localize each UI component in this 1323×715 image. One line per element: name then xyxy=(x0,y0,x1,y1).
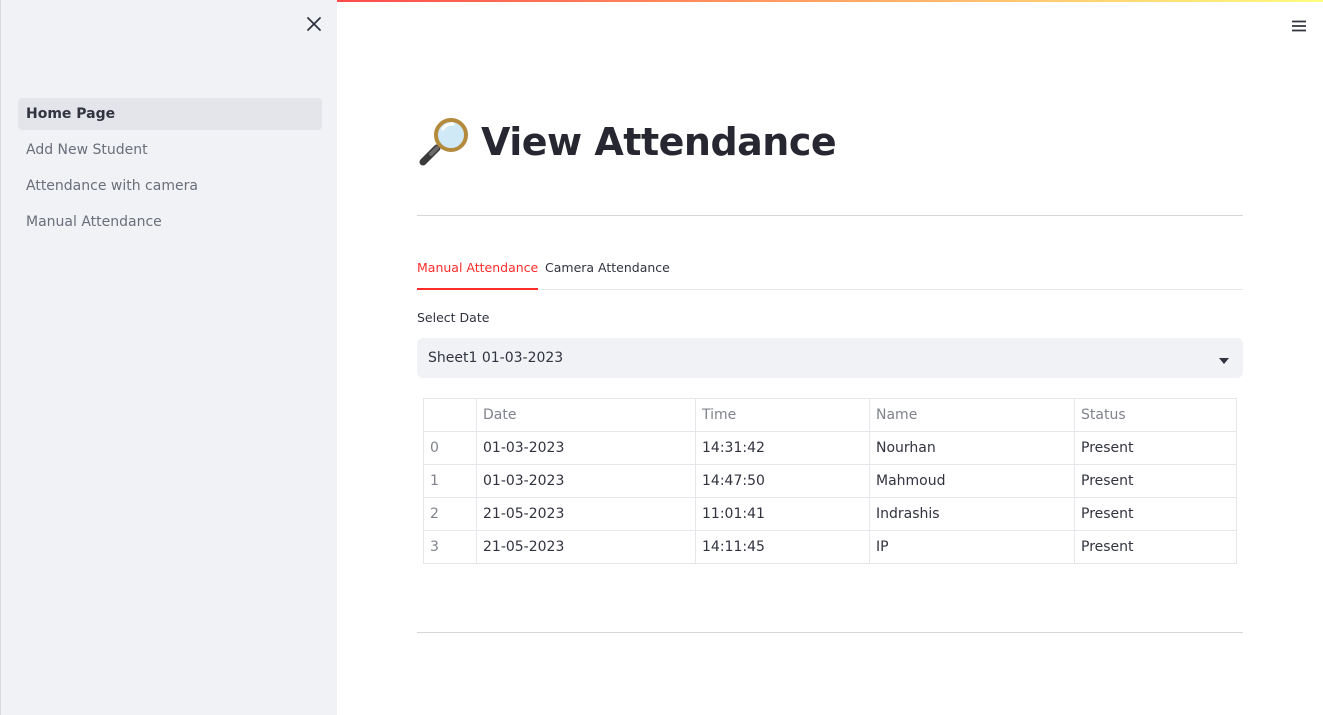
sidebar-item-home-page[interactable]: Home Page xyxy=(18,98,322,130)
select-date-dropdown[interactable]: Sheet1 01-03-2023 xyxy=(417,338,1243,378)
sidebar-nav: Home Page Add New Student Attendance wit… xyxy=(18,98,322,242)
table-cell-name: Nourhan xyxy=(869,431,1075,465)
magnifying-glass-icon xyxy=(417,114,473,170)
table-cell-status: Present xyxy=(1074,530,1237,564)
table-cell-status: Present xyxy=(1074,431,1237,465)
table-header-row: Date Time Name Status xyxy=(423,398,1237,432)
table-row: 0 01-03-2023 14:31:42 Nourhan Present xyxy=(423,431,1237,465)
table-row: 1 01-03-2023 14:47:50 Mahmoud Present xyxy=(423,464,1237,498)
table-cell-time: 14:47:50 xyxy=(695,464,870,498)
sidebar-item-attendance-with-camera[interactable]: Attendance with camera xyxy=(18,170,322,202)
page-title: View Attendance xyxy=(481,120,837,164)
table-cell-name: Mahmoud xyxy=(869,464,1075,498)
table-cell-index: 1 xyxy=(423,464,477,498)
table-row: 3 21-05-2023 14:11:45 IP Present xyxy=(423,530,1237,564)
sidebar-item-add-new-student[interactable]: Add New Student xyxy=(18,134,322,166)
sidebar-item-manual-attendance[interactable]: Manual Attendance xyxy=(18,206,322,238)
attendance-tabs: Manual Attendance Camera Attendance xyxy=(417,252,1243,290)
tab-manual-attendance[interactable]: Manual Attendance xyxy=(417,252,539,290)
table-header-name: Name xyxy=(869,398,1075,432)
table-cell-date: 21-05-2023 xyxy=(476,530,696,564)
select-date-value: Sheet1 01-03-2023 xyxy=(428,350,564,366)
table-cell-name: IP xyxy=(869,530,1075,564)
close-icon xyxy=(304,14,324,34)
table-cell-time: 14:11:45 xyxy=(695,530,870,564)
sidebar: Home Page Add New Student Attendance wit… xyxy=(0,0,337,715)
main-menu-button[interactable] xyxy=(1289,16,1309,36)
divider-top xyxy=(417,215,1243,216)
page-header: View Attendance xyxy=(417,112,837,172)
chevron-down-icon xyxy=(1217,352,1231,364)
table-header-time: Time xyxy=(695,398,870,432)
table-cell-name: Indrashis xyxy=(869,497,1075,531)
tab-camera-attendance[interactable]: Camera Attendance xyxy=(545,252,670,290)
divider-bottom xyxy=(417,632,1243,633)
header-accent-bar xyxy=(337,0,1323,2)
table-header-date: Date xyxy=(476,398,696,432)
select-date-label: Select Date xyxy=(417,310,490,325)
table-header-status: Status xyxy=(1074,398,1237,432)
table-cell-index: 0 xyxy=(423,431,477,465)
table-cell-status: Present xyxy=(1074,497,1237,531)
table-cell-time: 11:01:41 xyxy=(695,497,870,531)
close-sidebar-button[interactable] xyxy=(304,14,324,34)
table-cell-index: 2 xyxy=(423,497,477,531)
attendance-table: Date Time Name Status 0 01-03-2023 14:31… xyxy=(423,398,1237,564)
table-cell-time: 14:31:42 xyxy=(695,431,870,465)
table-cell-date: 01-03-2023 xyxy=(476,464,696,498)
table-row: 2 21-05-2023 11:01:41 Indrashis Present xyxy=(423,497,1237,531)
table-header-index xyxy=(423,398,477,432)
table-cell-date: 01-03-2023 xyxy=(476,431,696,465)
table-cell-status: Present xyxy=(1074,464,1237,498)
table-cell-index: 3 xyxy=(423,530,477,564)
table-cell-date: 21-05-2023 xyxy=(476,497,696,531)
hamburger-menu-icon xyxy=(1289,16,1309,36)
